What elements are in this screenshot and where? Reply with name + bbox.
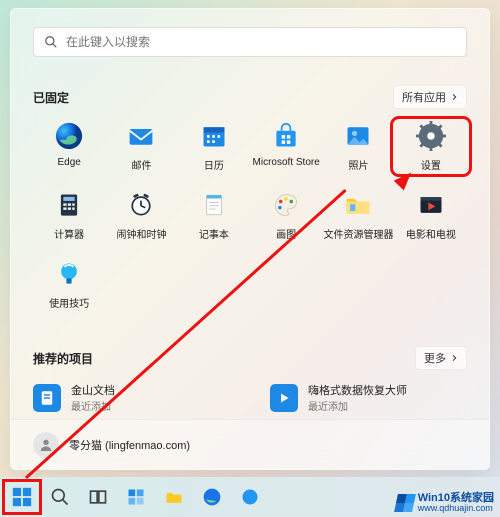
taskbar-explorer[interactable] xyxy=(156,481,192,513)
taskview-icon xyxy=(88,487,108,507)
taskbar-edge[interactable] xyxy=(194,481,230,513)
app-calculator[interactable]: 计算器 xyxy=(33,190,105,241)
app-notepad[interactable]: 记事本 xyxy=(178,190,250,241)
search-input[interactable] xyxy=(66,35,456,49)
recommended-item[interactable]: 嗨格式数据恢复大师 最近添加 xyxy=(270,382,467,413)
movies-icon xyxy=(416,190,446,220)
folder-icon xyxy=(164,487,184,507)
calendar-icon xyxy=(199,121,229,151)
more-button[interactable]: 更多 xyxy=(415,346,467,370)
app-calendar[interactable]: 日历 xyxy=(178,121,250,172)
taskbar-widgets[interactable] xyxy=(118,481,154,513)
notepad-icon xyxy=(199,190,229,220)
widgets-icon xyxy=(126,487,146,507)
watermark: Win10系统家园 www.qdhuajin.com xyxy=(396,493,494,513)
calculator-icon xyxy=(54,190,84,220)
app-clock[interactable]: 闹钟和时钟 xyxy=(105,190,177,241)
pinned-grid: Edge 邮件 日历 Microsoft Store 照片 xyxy=(33,121,467,310)
clock-icon xyxy=(126,190,156,220)
search-bar[interactable] xyxy=(33,27,467,57)
app-icon xyxy=(240,487,260,507)
pinned-header: 已固定 所有应用 xyxy=(33,85,467,109)
user-label[interactable]: 零分猫 (lingfenmao.com) xyxy=(69,437,190,453)
search-icon xyxy=(44,35,58,49)
recommended-list: 金山文档 最近添加 嗨格式数据恢复大师 最近添加 xyxy=(33,382,467,413)
search-icon xyxy=(50,487,70,507)
folder-icon xyxy=(343,190,373,220)
app-mail[interactable]: 邮件 xyxy=(105,121,177,172)
taskbar-search[interactable] xyxy=(42,481,78,513)
watermark-url: www.qdhuajin.com xyxy=(418,504,494,513)
app-tips[interactable]: 使用技巧 xyxy=(33,259,105,310)
all-apps-button[interactable]: 所有应用 xyxy=(393,85,467,109)
pinned-title: 已固定 xyxy=(33,89,69,106)
mail-icon xyxy=(126,121,156,151)
edge-icon xyxy=(202,487,222,507)
chevron-right-icon xyxy=(450,93,458,101)
app-paint[interactable]: 画图 xyxy=(250,190,322,241)
app-settings[interactable]: 设置 xyxy=(395,121,467,172)
store-icon xyxy=(271,121,301,151)
chevron-right-icon xyxy=(450,354,458,362)
start-menu: 已固定 所有应用 Edge 邮件 日历 xyxy=(10,8,490,470)
gear-icon xyxy=(416,121,446,151)
edge-icon xyxy=(54,121,84,151)
recommended-title: 推荐的项目 xyxy=(33,350,93,367)
app-edge[interactable]: Edge xyxy=(33,121,105,172)
taskbar-app[interactable] xyxy=(232,481,268,513)
app-movies[interactable]: 电影和电视 xyxy=(395,190,467,241)
paint-icon xyxy=(271,190,301,220)
rec-title: 金山文档 xyxy=(71,382,115,398)
recommended-header: 推荐的项目 更多 xyxy=(33,346,467,370)
recovery-icon xyxy=(270,384,298,412)
rec-title: 嗨格式数据恢复大师 xyxy=(308,382,407,398)
recommended-item[interactable]: 金山文档 最近添加 xyxy=(33,382,230,413)
doc-icon xyxy=(33,384,61,412)
person-icon xyxy=(38,437,54,453)
windows-icon xyxy=(11,486,33,508)
rec-subtitle: 最近添加 xyxy=(308,398,407,413)
app-store[interactable]: Microsoft Store xyxy=(250,121,322,172)
start-button[interactable] xyxy=(4,481,40,513)
taskbar-taskview[interactable] xyxy=(80,481,116,513)
photos-icon xyxy=(343,121,373,151)
watermark-logo xyxy=(394,494,416,512)
tips-icon xyxy=(54,259,84,289)
app-photos[interactable]: 照片 xyxy=(322,121,394,172)
